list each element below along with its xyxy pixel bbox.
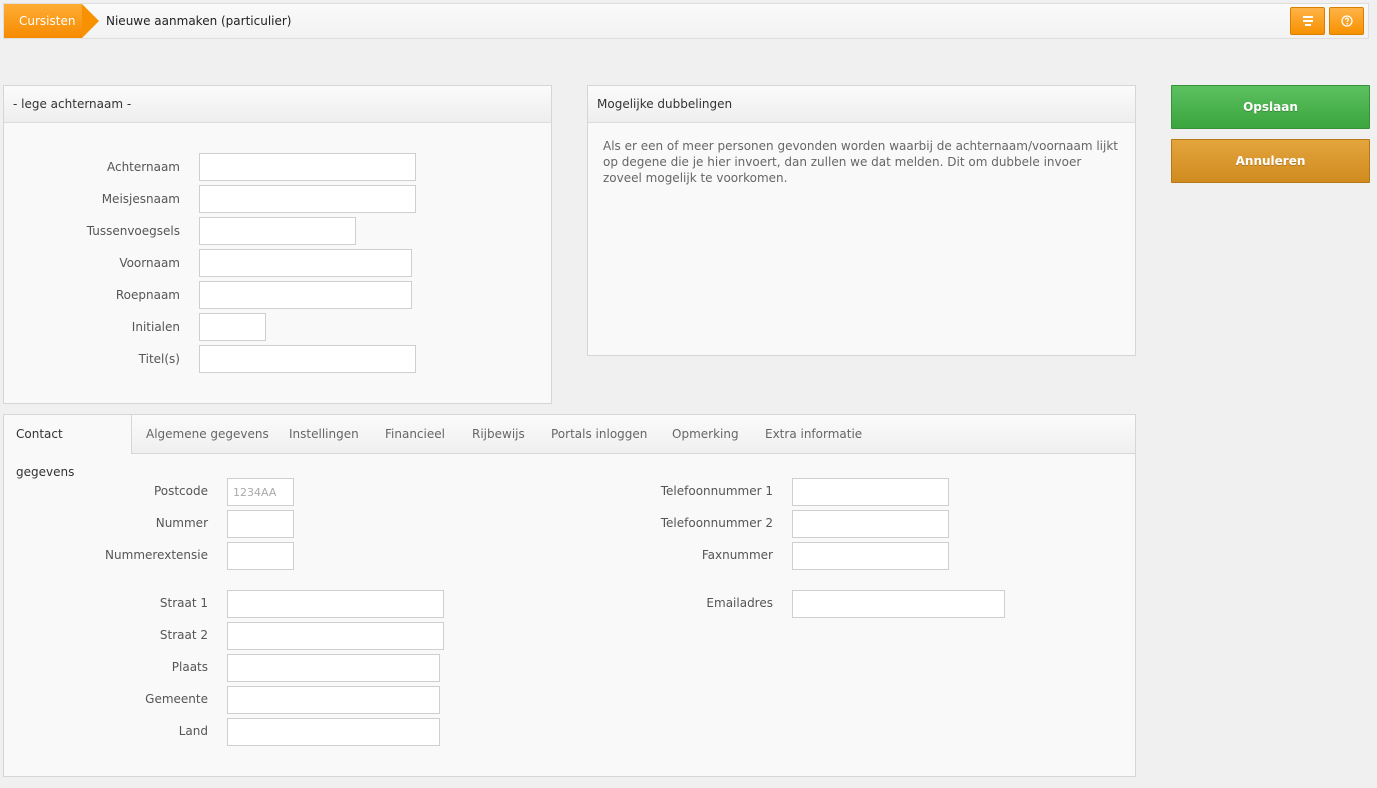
land-label: Land [178,724,208,738]
straat2-label: Straat 2 [159,628,208,642]
tab-algemene-gegevens[interactable]: Algemene gegevens [146,415,269,453]
nummerextensie-label: Nummerextensie [105,548,208,562]
telefoonnummer1-input[interactable] [792,478,949,506]
menu-icon [1302,16,1314,30]
initialen-label: Initialen [131,320,180,334]
telefoonnummer2-label: Telefoonnummer 2 [660,516,773,530]
meisjesnaam-label: Meisjesnaam [101,192,180,206]
faxnummer-input[interactable] [792,542,949,570]
straat2-input[interactable] [227,622,444,650]
meisjesnaam-input[interactable] [199,185,416,213]
top-bar: Cursisten Nieuwe aanmaken (particulier) [3,3,1369,39]
telefoonnummer1-label: Telefoonnummer 1 [660,484,773,498]
nummer-label: Nummer [155,516,208,530]
gemeente-label: Gemeente [145,692,208,706]
tab-financieel[interactable]: Financieel [385,415,445,453]
emailadres-label: Emailadres [706,596,773,610]
plaats-input[interactable] [227,654,440,682]
menu-button[interactable] [1290,7,1325,35]
cancel-button[interactable]: Annuleren [1171,139,1370,183]
tussenvoegsels-label: Tussenvoegsels [86,224,180,238]
titels-label: Titel(s) [138,352,180,366]
help-button[interactable] [1329,7,1364,35]
straat1-input[interactable] [227,590,444,618]
tab-extra-informatie[interactable]: Extra informatie [765,415,862,453]
plaats-label: Plaats [171,660,208,674]
help-icon [1340,15,1353,30]
voornaam-input[interactable] [199,249,412,277]
telefoonnummer2-input[interactable] [792,510,949,538]
titels-input[interactable] [199,345,416,373]
name-panel-title: - lege achternaam - [4,86,551,123]
breadcrumb-cursisten[interactable]: Cursisten [4,4,99,38]
tab-portals-inloggen[interactable]: Portals inloggen [551,415,647,453]
roepnaam-label: Roepnaam [115,288,180,302]
tab-opmerking[interactable]: Opmerking [672,415,739,453]
postcode-input[interactable] [227,478,294,506]
details-panel: Contact gegevens Algemene gegevens Inste… [3,414,1136,777]
emailadres-input[interactable] [792,590,1005,618]
tab-bar: Contact gegevens Algemene gegevens Inste… [4,415,1135,479]
nummerextensie-input[interactable] [227,542,294,570]
tab-rijbewijs[interactable]: Rijbewijs [472,415,525,453]
faxnummer-label: Faxnummer [701,548,773,562]
tab-contact-gegevens[interactable]: Contact gegevens [4,415,132,479]
duplicates-info-text: Als er een of meer personen gevonden wor… [603,139,1118,185]
postcode-label: Postcode [153,484,208,498]
save-button[interactable]: Opslaan [1171,85,1370,129]
roepnaam-input[interactable] [199,281,412,309]
nummer-input[interactable] [227,510,294,538]
land-input[interactable] [227,718,440,746]
name-panel: - lege achternaam - Achternaam Meisjesna… [3,85,552,404]
page-title: Nieuwe aanmaken (particulier) [106,14,292,28]
achternaam-label: Achternaam [106,160,180,174]
initialen-input[interactable] [199,313,266,341]
gemeente-input[interactable] [227,686,440,714]
tab-instellingen[interactable]: Instellingen [289,415,359,453]
voornaam-label: Voornaam [119,256,180,270]
duplicates-panel: Mogelijke dubbelingen Als er een of meer… [587,85,1136,356]
straat1-label: Straat 1 [159,596,208,610]
duplicates-panel-title: Mogelijke dubbelingen [588,86,1135,123]
achternaam-input[interactable] [199,153,416,181]
tussenvoegsels-input[interactable] [199,217,356,245]
